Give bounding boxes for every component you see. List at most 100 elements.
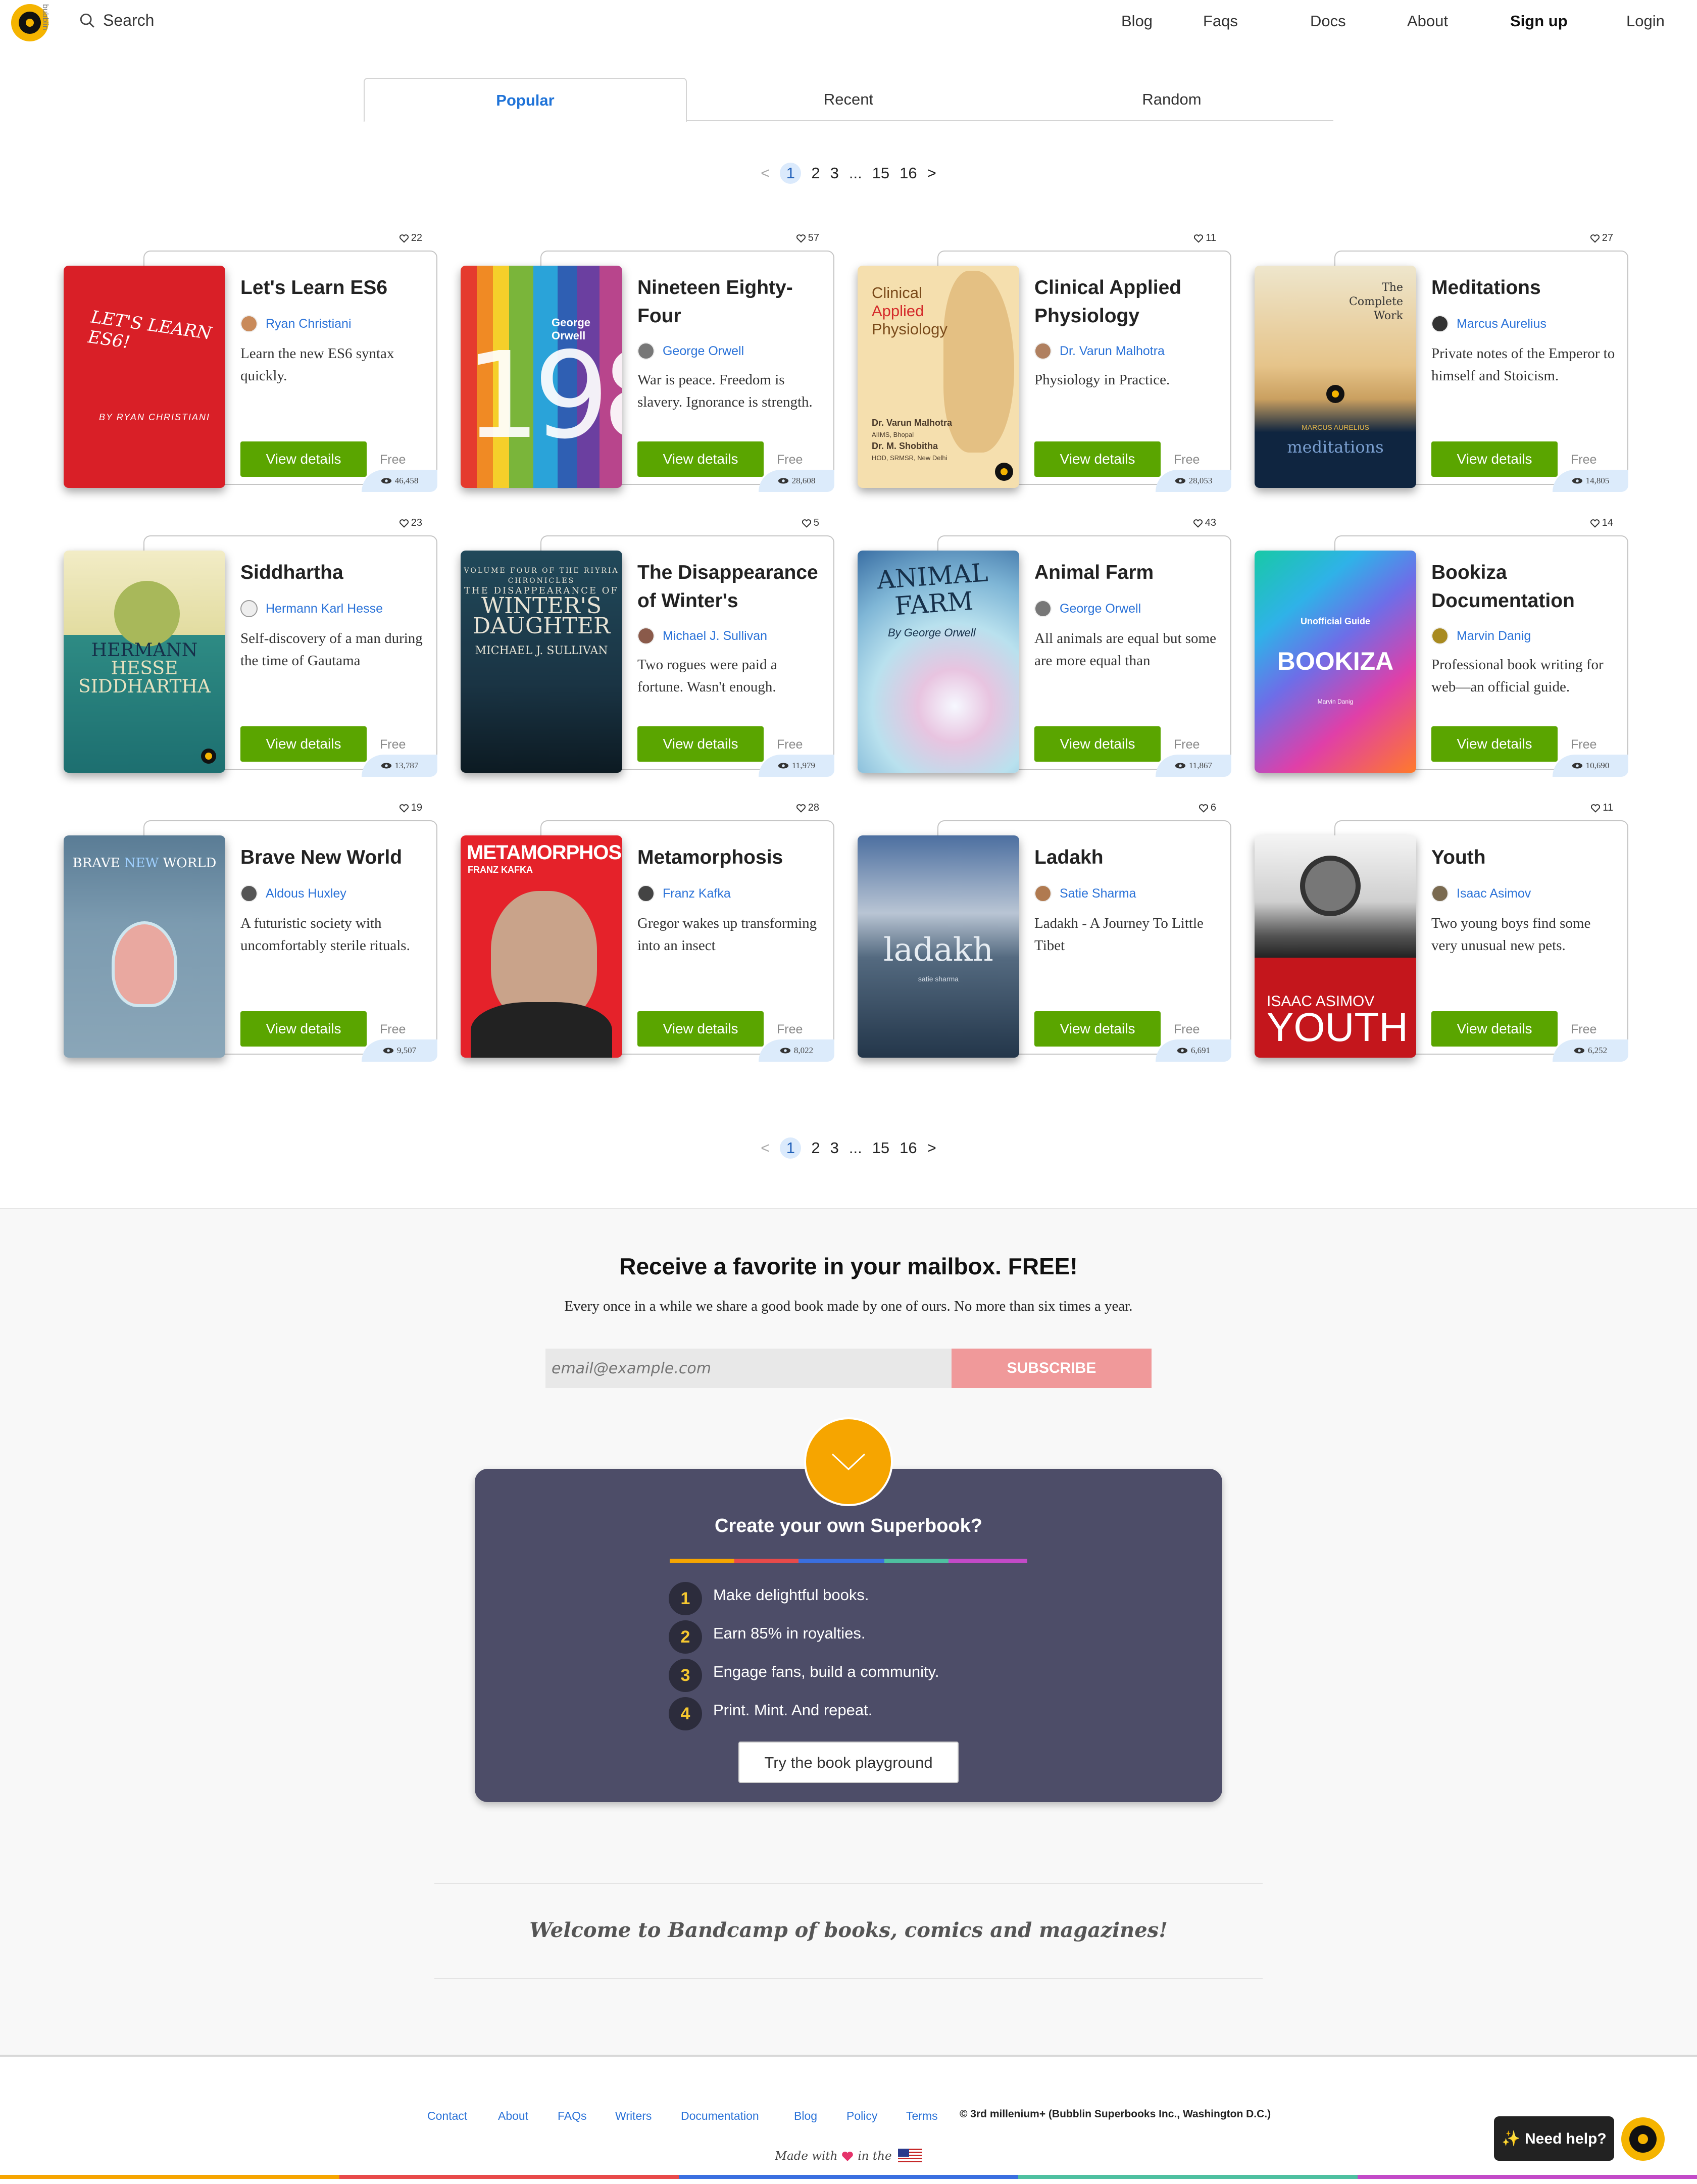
book-title[interactable]: Bookiza Documentation (1431, 559, 1623, 615)
book-author[interactable]: Ryan Christiani (240, 315, 352, 332)
view-details-button[interactable]: View details (240, 726, 367, 762)
book-title[interactable]: Clinical Applied Physiology (1034, 274, 1226, 330)
book-title[interactable]: Meditations (1431, 274, 1623, 302)
nav-docs[interactable]: Docs (1310, 12, 1346, 30)
book-cover[interactable]: The Complete Work MARCUS AURELIUS meditati… (1255, 266, 1416, 488)
view-details-button[interactable]: View details (1034, 1011, 1161, 1047)
view-details-button[interactable]: View details (637, 726, 764, 762)
book-cover[interactable]: BRAVE NEW WORLD (64, 835, 225, 1058)
nav-about[interactable]: About (1407, 12, 1448, 30)
footer-link-blog[interactable]: Blog (794, 2109, 817, 2123)
view-details-button[interactable]: View details (1431, 726, 1558, 762)
like-counter[interactable]: 6 (1199, 802, 1216, 814)
like-counter[interactable]: 19 (399, 802, 422, 814)
view-details-button[interactable]: View details (240, 441, 367, 477)
nav-blog[interactable]: Blog (1121, 12, 1153, 30)
search-trigger[interactable]: Search (79, 11, 154, 30)
prev-page-button[interactable]: < (761, 164, 770, 182)
page-link-3[interactable]: 3 (830, 1139, 839, 1157)
nav-signup[interactable]: Sign up (1510, 12, 1568, 30)
book-author[interactable]: Aldous Huxley (240, 885, 346, 902)
page-link-15[interactable]: 15 (872, 1139, 889, 1157)
footer-link-writers[interactable]: Writers (615, 2109, 652, 2123)
like-counter[interactable]: 28 (796, 802, 819, 814)
book-cover[interactable]: HERMANN HESSE SIDDHARTHA (64, 551, 225, 773)
like-counter[interactable]: 27 (1590, 232, 1613, 244)
page-link-2[interactable]: 2 (811, 164, 820, 182)
book-author[interactable]: Marcus Aurelius (1431, 315, 1546, 332)
book-cover[interactable]: ISAAC ASIMOV YOUTH (1255, 835, 1416, 1058)
page-link-15[interactable]: 15 (872, 164, 889, 182)
like-counter[interactable]: 11 (1193, 232, 1216, 244)
view-details-button[interactable]: View details (240, 1011, 367, 1047)
page-link-3[interactable]: 3 (830, 164, 839, 182)
book-author[interactable]: Marvin Danig (1431, 627, 1531, 644)
like-counter[interactable]: 14 (1590, 517, 1613, 529)
book-author[interactable]: Hermann Karl Hesse (240, 600, 383, 617)
book-author[interactable]: Michael J. Sullivan (637, 627, 767, 644)
book-title[interactable]: The Disappearance of Winter's (637, 559, 829, 615)
footer-link-policy[interactable]: Policy (846, 2109, 877, 2123)
view-details-button[interactable]: View details (1431, 1011, 1558, 1047)
book-title[interactable]: Youth (1431, 843, 1623, 872)
book-cover[interactable]: LET'S LEARN ES6! BY RYAN CHRISTIANI (64, 266, 225, 488)
nav-login[interactable]: Login (1626, 12, 1665, 30)
footer-link-documentation[interactable]: Documentation (681, 2109, 759, 2123)
like-counter[interactable]: 23 (399, 517, 422, 529)
like-counter[interactable]: 5 (802, 517, 819, 529)
book-title[interactable]: Let's Learn ES6 (240, 274, 432, 302)
email-field[interactable] (545, 1349, 952, 1388)
book-author[interactable]: Isaac Asimov (1431, 885, 1531, 902)
footer-link-faqs[interactable]: FAQs (558, 2109, 587, 2123)
like-counter[interactable]: 11 (1590, 802, 1613, 814)
next-page-button[interactable]: > (927, 164, 936, 182)
book-cover[interactable]: METAMORPHOSIS FRANZ KAFKA (461, 835, 622, 1058)
book-title[interactable]: Nineteen Eighty-Four (637, 274, 829, 330)
book-title[interactable]: Siddhartha (240, 559, 432, 587)
book-cover[interactable]: Clinical Applied Physiology Dr. Varun Malh… (858, 266, 1019, 488)
view-details-button[interactable]: View details (637, 1011, 764, 1047)
next-page-button[interactable]: > (927, 1139, 936, 1157)
like-counter[interactable]: 43 (1193, 517, 1216, 529)
book-cover[interactable]: 1984 George Orwell (461, 266, 622, 488)
like-counter[interactable]: 22 (399, 232, 422, 244)
page-link-1[interactable]: 1 (780, 1137, 802, 1159)
book-title[interactable]: Brave New World (240, 843, 432, 872)
view-details-button[interactable]: View details (1034, 441, 1161, 477)
book-author[interactable]: George Orwell (1034, 600, 1141, 617)
book-author[interactable]: Franz Kafka (637, 885, 731, 902)
book-author[interactable]: Satie Sharma (1034, 885, 1136, 902)
footer-link-contact[interactable]: Contact (427, 2109, 467, 2123)
book-description: All animals are equal but some are more … (1034, 630, 1216, 669)
book-playground-button[interactable]: Try the book playground (738, 1742, 959, 1783)
book-title[interactable]: Metamorphosis (637, 843, 829, 872)
tab-recent[interactable]: Recent (687, 78, 1010, 121)
book-title[interactable]: Ladakh (1034, 843, 1226, 872)
book-cover[interactable]: Unofficial Guide BOOKIZA Marvin Danig (1255, 551, 1416, 773)
need-help-button[interactable]: ✨ Need help? (1494, 2116, 1614, 2161)
book-cover[interactable]: ladakh satie sharma (858, 835, 1019, 1058)
book-author[interactable]: Dr. Varun Malhotra (1034, 342, 1165, 360)
book-title[interactable]: Animal Farm (1034, 559, 1226, 587)
page-link-2[interactable]: 2 (811, 1139, 820, 1157)
book-cover[interactable]: VOLUME FOUR OF THE RIYRIA CHRONICLES THE … (461, 551, 622, 773)
tab-popular[interactable]: Popular (364, 78, 687, 122)
page-link-1[interactable]: 1 (780, 163, 802, 184)
chevron-down-icon[interactable] (804, 1417, 893, 1506)
book-cover[interactable]: ANIMAL FARM By George Orwell (858, 551, 1019, 773)
view-details-button[interactable]: View details (1034, 726, 1161, 762)
footer-link-terms[interactable]: Terms (906, 2109, 938, 2123)
subscribe-button[interactable]: SUBSCRIBE (952, 1349, 1152, 1388)
nav-faqs[interactable]: Faqs (1203, 12, 1238, 30)
book-author[interactable]: George Orwell (637, 342, 744, 360)
page-link-16[interactable]: 16 (900, 1139, 917, 1157)
like-counter[interactable]: 57 (796, 232, 819, 244)
help-bubblin-icon[interactable] (1621, 2117, 1665, 2161)
view-details-button[interactable]: View details (1431, 441, 1558, 477)
view-details-button[interactable]: View details (637, 441, 764, 477)
tab-random[interactable]: Random (1010, 78, 1333, 121)
page-link-16[interactable]: 16 (900, 164, 917, 182)
footer-link-about[interactable]: About (498, 2109, 528, 2123)
prev-page-button[interactable]: < (761, 1139, 770, 1157)
author-name: Aldous Huxley (266, 886, 346, 901)
